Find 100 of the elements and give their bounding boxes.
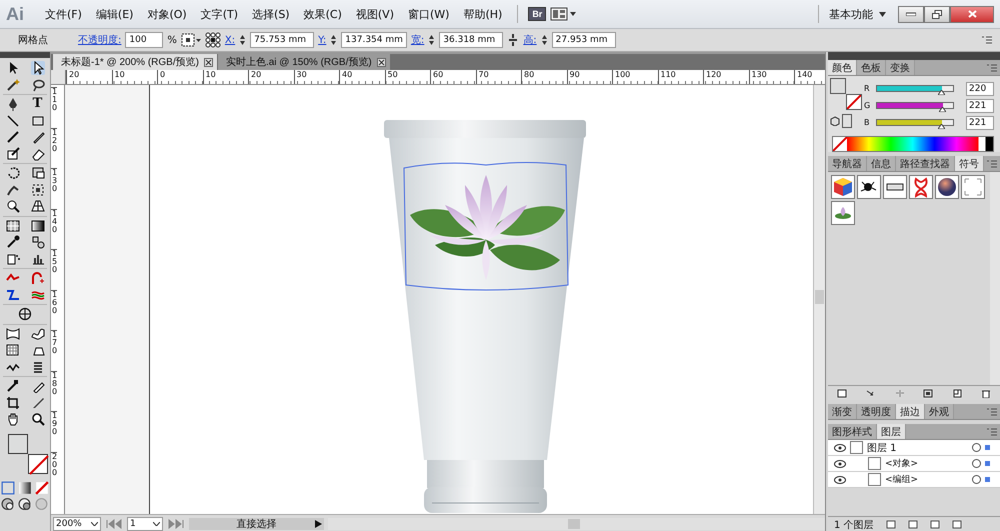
caret-icon[interactable] <box>879 12 886 16</box>
panel-tab[interactable]: 图层 <box>877 424 906 439</box>
perspective-grid-icon[interactable] <box>30 199 44 214</box>
zoom-dropdown[interactable]: 200% <box>53 516 101 530</box>
ruler-origin[interactable] <box>51 70 66 84</box>
scroll-thumb[interactable] <box>815 290 824 304</box>
slider-track[interactable] <box>876 102 954 109</box>
new-icon[interactable] <box>952 388 962 398</box>
menu-item[interactable]: 文字(T) <box>196 4 244 24</box>
place-icon[interactable] <box>866 388 876 398</box>
line-icon[interactable] <box>6 114 20 128</box>
scroll-thumb[interactable] <box>568 518 580 528</box>
coordinate-field[interactable]: 27.953 mm <box>552 32 616 48</box>
grid-icon[interactable] <box>6 343 20 358</box>
document-tab[interactable]: 实时上色.ai @ 150% (RGB/预览) <box>218 54 390 70</box>
brush-icon[interactable] <box>6 130 20 144</box>
gradient-mode-icon[interactable] <box>18 480 32 495</box>
wave-icon[interactable] <box>30 326 44 341</box>
color-mode-icon[interactable] <box>1 480 16 495</box>
rotate-icon[interactable] <box>6 166 20 180</box>
slider-track[interactable] <box>876 85 954 92</box>
gradient-icon[interactable] <box>30 218 44 233</box>
coordinate-label[interactable]: X: <box>224 34 236 46</box>
mesh-icon[interactable] <box>6 218 20 233</box>
panel-tab[interactable]: 图形样式 <box>828 424 877 439</box>
eyedropper-icon[interactable] <box>6 235 20 250</box>
symbol-sprayer-icon[interactable] <box>6 252 20 266</box>
menu-item[interactable]: 文件(F) <box>40 4 87 24</box>
envelope-icon[interactable] <box>6 326 20 341</box>
next-page-icon[interactable] <box>167 518 185 528</box>
pencil-icon[interactable] <box>30 130 44 144</box>
none-mode-icon[interactable] <box>34 480 49 495</box>
close-icon[interactable] <box>204 58 213 66</box>
slider-thumb[interactable] <box>938 90 946 95</box>
selection-bounding-box[interactable] <box>404 162 568 290</box>
menu-item[interactable]: 视图(V) <box>350 4 399 24</box>
grid-point-icon[interactable] <box>180 33 201 47</box>
coordinate-label[interactable]: 高: <box>523 33 537 47</box>
vertical-scrollbar[interactable] <box>813 85 825 514</box>
reference-point-icon[interactable] <box>204 32 221 48</box>
path-icon[interactable] <box>6 288 20 302</box>
cube-icon[interactable] <box>830 116 840 126</box>
document-tab[interactable]: 未标题-1* @ 200% (RGB/预览) <box>53 54 217 70</box>
menu-item[interactable]: 编辑(E) <box>90 4 138 24</box>
panel-tab[interactable]: 颜色 <box>828 60 857 75</box>
panel-tab[interactable]: 路径查找器 <box>896 156 955 171</box>
link-icon[interactable] <box>507 34 520 46</box>
menu-item[interactable]: 对象(O) <box>142 4 192 24</box>
channel-value-field[interactable]: 220 <box>966 82 994 96</box>
options-icon[interactable] <box>923 388 934 398</box>
panel-tab[interactable]: 外观 <box>925 404 954 419</box>
live-paint-select-icon[interactable] <box>30 271 44 286</box>
rectangle-icon[interactable] <box>30 114 44 128</box>
panel-tab[interactable]: 信息 <box>867 156 896 171</box>
panel-tab[interactable]: 变换 <box>886 60 915 75</box>
panel-tab[interactable]: 描边 <box>896 404 925 419</box>
none-swatch-icon[interactable] <box>833 137 847 151</box>
bridge-button[interactable]: Br <box>528 7 546 21</box>
free-transform-icon[interactable] <box>30 182 44 197</box>
menu-item[interactable]: 帮助(H) <box>458 4 508 24</box>
coordinate-field[interactable]: 137.354 mm <box>341 32 407 48</box>
coordinate-label[interactable]: 宽: <box>410 33 424 47</box>
eye-icon[interactable] <box>834 476 846 484</box>
panel-tab[interactable]: 透明度 <box>857 404 896 419</box>
spinner-icon[interactable] <box>330 33 338 47</box>
panel-menu-icon[interactable] <box>987 408 997 416</box>
layer-row[interactable]: <对象> <box>828 456 1000 472</box>
slider-thumb[interactable] <box>939 107 946 112</box>
type-tool[interactable]: T <box>30 97 44 112</box>
shape-builder-icon[interactable] <box>6 199 20 214</box>
target-circle[interactable] <box>972 475 981 484</box>
knife-icon[interactable] <box>30 396 44 410</box>
search-icon[interactable] <box>30 412 44 426</box>
opacity-link[interactable]: 不透明度: <box>78 33 122 47</box>
crosshair-icon[interactable] <box>18 307 32 322</box>
symbol-swatch[interactable] <box>831 201 855 225</box>
spinner-icon[interactable] <box>540 33 548 47</box>
web-color-swatch[interactable] <box>842 114 852 128</box>
layout-icon[interactable] <box>550 7 578 21</box>
slider-thumb[interactable] <box>938 124 946 129</box>
target-circle[interactable] <box>972 443 981 452</box>
magic-wand-icon[interactable] <box>6 78 20 92</box>
symbol-swatch[interactable] <box>961 175 985 199</box>
minimize-button[interactable] <box>898 6 924 22</box>
draw-normal-icon[interactable] <box>1 497 16 512</box>
panel-menu-icon[interactable] <box>987 160 997 168</box>
blob-brush-icon[interactable] <box>6 146 20 161</box>
opacity-field[interactable]: 100 <box>125 32 164 48</box>
channel-value-field[interactable]: 221 <box>966 116 994 130</box>
eraser-icon[interactable] <box>30 146 44 161</box>
eye-icon[interactable] <box>834 460 846 468</box>
color-spectrum[interactable] <box>832 136 994 152</box>
scale-icon[interactable] <box>30 166 44 180</box>
symbol-swatch[interactable] <box>935 175 959 199</box>
close-button[interactable] <box>950 6 994 22</box>
menu-item[interactable]: 窗口(W) <box>402 4 454 24</box>
page-dropdown[interactable]: 1 <box>127 516 163 530</box>
spinner-icon[interactable] <box>428 33 436 47</box>
panel-menu-icon[interactable] <box>987 428 997 436</box>
menu-item[interactable]: 选择(S) <box>247 4 295 24</box>
